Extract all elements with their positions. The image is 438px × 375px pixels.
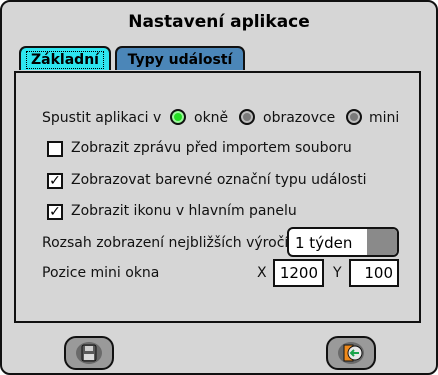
checkbox-import-message[interactable] (47, 141, 63, 157)
radio-mini-label: mini (369, 110, 400, 126)
radio-window[interactable] (170, 109, 186, 125)
x-label: X (257, 265, 267, 281)
floppy-disk-icon (76, 342, 102, 364)
x-position-input[interactable]: 1200 (273, 259, 324, 287)
range-dropdown-value: 1 týden (295, 234, 353, 252)
window-title: Nastavení aplikace (128, 12, 310, 32)
checkbox-tray-icon-label: Zobrazit ikonu v hlavním panelu (71, 203, 297, 219)
radio-window-label: okně (194, 110, 229, 126)
exit-button[interactable] (326, 336, 376, 370)
checkbox-color-marking[interactable]: ✓ (47, 173, 63, 189)
checkbox-import-message-label: Zobrazit zprávu před importem souboru (71, 140, 352, 156)
y-position-input[interactable]: 100 (349, 259, 399, 287)
tab-event-types[interactable]: Typy událostí (115, 46, 245, 70)
radio-screen-label: obrazovce (263, 110, 336, 126)
range-label: Rozsah zobrazení nejbližších výročí (42, 235, 289, 251)
checkbox-color-marking-label: Zobrazovat barevné označní typu události (71, 172, 367, 188)
range-dropdown[interactable]: 1 týden (287, 227, 399, 257)
y-label: Y (333, 265, 342, 281)
save-button[interactable] (64, 336, 114, 370)
checkbox-tray-icon[interactable]: ✓ (47, 204, 63, 220)
settings-window: Nastavení aplikace Základní Typy událost… (0, 0, 438, 375)
door-exit-icon (338, 342, 364, 364)
dropdown-arrow-icon[interactable] (367, 229, 397, 255)
radio-mini[interactable] (346, 109, 362, 125)
tab-basic-label: Základní (26, 51, 104, 69)
tab-event-types-label: Typy událostí (127, 52, 233, 68)
launch-label: Spustit aplikaci v (42, 110, 162, 126)
radio-screen[interactable] (239, 109, 255, 125)
mini-position-label: Pozice mini okna (42, 265, 160, 281)
tab-basic[interactable]: Základní (19, 46, 111, 70)
